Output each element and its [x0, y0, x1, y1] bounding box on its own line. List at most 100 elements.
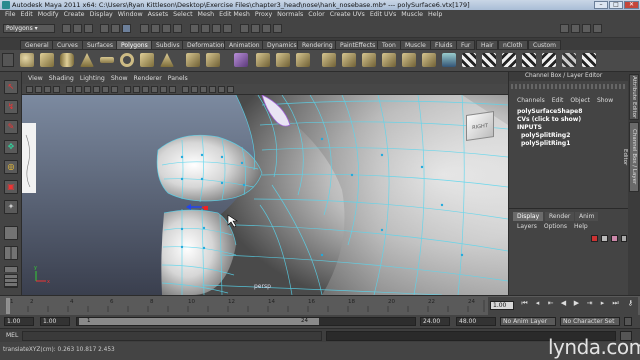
menu-edit-mesh[interactable]: Edit Mesh — [219, 11, 250, 18]
face-mask-icon[interactable] — [162, 24, 171, 33]
snap-plane-icon[interactable] — [223, 24, 232, 33]
screen-space-ao-icon[interactable] — [227, 86, 234, 93]
bookmarks-icon[interactable] — [44, 86, 51, 93]
menu-edit-uvs[interactable]: Edit UVs — [370, 11, 396, 18]
toggle-attribute-editor-icon[interactable] — [571, 24, 580, 33]
close-button[interactable]: ✕ — [624, 1, 639, 9]
step-forward-frame-icon[interactable]: ▸ — [598, 299, 607, 308]
shelf-tab-toon[interactable]: Toon — [377, 40, 401, 50]
poly-cylinder-icon[interactable] — [60, 53, 74, 67]
menu-file[interactable]: File — [5, 11, 16, 18]
toggle-layer-editor-icon[interactable] — [593, 24, 602, 33]
command-input[interactable] — [22, 331, 322, 341]
render-settings-icon[interactable] — [273, 24, 282, 33]
poly-sphere-icon[interactable] — [20, 53, 34, 67]
time-slider-ruler[interactable]: 1 2 4 6 8 10 12 14 16 18 20 22 24 — [0, 296, 640, 316]
gate-mask-icon[interactable] — [93, 86, 100, 93]
smooth-shade-icon[interactable] — [133, 86, 140, 93]
new-scene-icon[interactable] — [62, 24, 71, 33]
shelf-tab-muscle[interactable]: Muscle — [400, 40, 431, 50]
move-tool-icon[interactable]: ✥ — [4, 140, 18, 154]
character-set-dropdown[interactable]: No Character Set — [560, 317, 620, 326]
attribute-editor-side-tab[interactable]: Attribute Editor — [629, 74, 639, 120]
single-pane-layout-icon[interactable] — [4, 226, 18, 240]
menu-create-uvs[interactable]: Create UVs — [330, 11, 365, 18]
menuset-dropdown[interactable]: Polygons ▾ — [3, 24, 55, 33]
snap-grid-icon[interactable] — [190, 24, 199, 33]
smooth-icon[interactable] — [234, 53, 248, 67]
cb-menu-object[interactable]: Object — [570, 97, 590, 104]
time-slider[interactable]: 1 2 4 6 8 10 12 14 16 18 20 22 24 1.00 ⏮… — [0, 295, 640, 316]
vertex-mask-icon[interactable] — [140, 24, 149, 33]
shelf-tab-subdivs[interactable]: Subdivs — [151, 40, 185, 50]
wireframe-icon[interactable] — [124, 86, 131, 93]
textured-icon[interactable] — [151, 86, 158, 93]
input-node-item[interactable]: polySplitRing2 — [521, 132, 570, 140]
fill-hole-icon[interactable] — [422, 53, 436, 67]
shelf-tab-curves[interactable]: Curves — [52, 40, 83, 50]
panel-drag-handle[interactable] — [511, 84, 626, 89]
new-layer-icon[interactable] — [591, 235, 598, 242]
panel-menu-renderer[interactable]: Renderer — [134, 75, 162, 82]
unfold-uvs-icon[interactable] — [582, 53, 596, 67]
shelf-tab-painteffects[interactable]: PaintEffects — [335, 40, 381, 50]
poly-plane-icon[interactable] — [100, 57, 114, 63]
shelf-tab-general[interactable]: General — [20, 40, 54, 50]
cb-menu-show[interactable]: Show — [597, 97, 613, 104]
cb-menu-edit[interactable]: Edit — [552, 97, 564, 104]
range-slider-track[interactable]: 1 24 — [76, 317, 416, 326]
animation-end-field[interactable]: 48.00 — [456, 317, 496, 326]
current-frame-field[interactable]: 1.00 — [490, 301, 514, 310]
menu-assets[interactable]: Assets — [148, 11, 169, 18]
toggle-tool-settings-icon[interactable] — [582, 24, 591, 33]
cvs-click-to-show[interactable]: CVs (click to show) — [517, 116, 581, 124]
shelf-tab-animation[interactable]: Animation — [224, 40, 265, 50]
separate-icon[interactable] — [206, 53, 220, 67]
menu-create[interactable]: Create — [64, 11, 85, 18]
perspective-viewport[interactable]: y x RIGHT persp — [22, 95, 508, 295]
layer-tab-display[interactable]: Display — [513, 212, 544, 221]
lasso-tool-icon[interactable]: ↯ — [4, 100, 18, 114]
panel-menu-show[interactable]: Show — [111, 75, 128, 82]
play-forwards-icon[interactable]: ▶ — [572, 299, 581, 308]
toggle-channel-box-icon[interactable] — [560, 24, 569, 33]
cylindrical-mapping-icon[interactable] — [502, 53, 516, 67]
go-to-end-icon[interactable]: ⏭ — [611, 299, 620, 308]
layer-menu-help[interactable]: Help — [574, 223, 588, 230]
menu-help[interactable]: Help — [428, 11, 442, 18]
bridge-icon[interactable] — [276, 53, 290, 67]
snap-point-icon[interactable] — [212, 24, 221, 33]
shadows-icon[interactable] — [169, 86, 176, 93]
shelf-tab-hair[interactable]: Hair — [476, 40, 499, 50]
poly-cube-icon[interactable] — [40, 53, 54, 67]
append-polygon-icon[interactable] — [296, 53, 310, 67]
layer-tab-render[interactable]: Render — [545, 212, 575, 221]
isolate-select-icon[interactable] — [182, 86, 189, 93]
play-backwards-icon[interactable]: ◀ — [559, 299, 568, 308]
poly-cone-icon[interactable] — [80, 53, 94, 67]
poly-torus-icon[interactable] — [120, 53, 134, 67]
safe-action-icon[interactable] — [111, 86, 118, 93]
select-tool-icon[interactable]: ↖ — [4, 80, 18, 94]
shelf-tab-dynamics[interactable]: Dynamics — [262, 40, 302, 50]
high-quality-icon[interactable] — [209, 86, 216, 93]
merge-icon[interactable] — [402, 53, 416, 67]
cb-menu-channels[interactable]: Channels — [517, 97, 545, 104]
menu-proxy[interactable]: Proxy — [255, 11, 272, 18]
split-polygon-icon[interactable] — [322, 53, 336, 67]
menu-normals[interactable]: Normals — [277, 11, 303, 18]
mel-label[interactable]: MEL — [6, 331, 18, 341]
viewcube[interactable]: RIGHT — [466, 111, 494, 141]
select-component-icon[interactable] — [122, 24, 131, 33]
shelf-tab-deformation[interactable]: Deformation — [182, 40, 230, 50]
all-lights-icon[interactable] — [160, 86, 167, 93]
spherical-mapping-icon[interactable] — [522, 53, 536, 67]
panel-menu-shading[interactable]: Shading — [49, 75, 74, 82]
manipulator-x-handle[interactable] — [204, 206, 208, 210]
scale-tool-icon[interactable]: ▣ — [4, 180, 18, 194]
animation-start-field[interactable]: 1.00 — [4, 317, 34, 326]
channel-box-side-tab[interactable]: Channel Box / Layer Editor — [622, 122, 639, 192]
input-node-item[interactable]: polySplitRing1 — [521, 140, 570, 148]
automatic-mapping-icon[interactable] — [542, 53, 556, 67]
poly-prism-icon[interactable] — [140, 53, 154, 67]
